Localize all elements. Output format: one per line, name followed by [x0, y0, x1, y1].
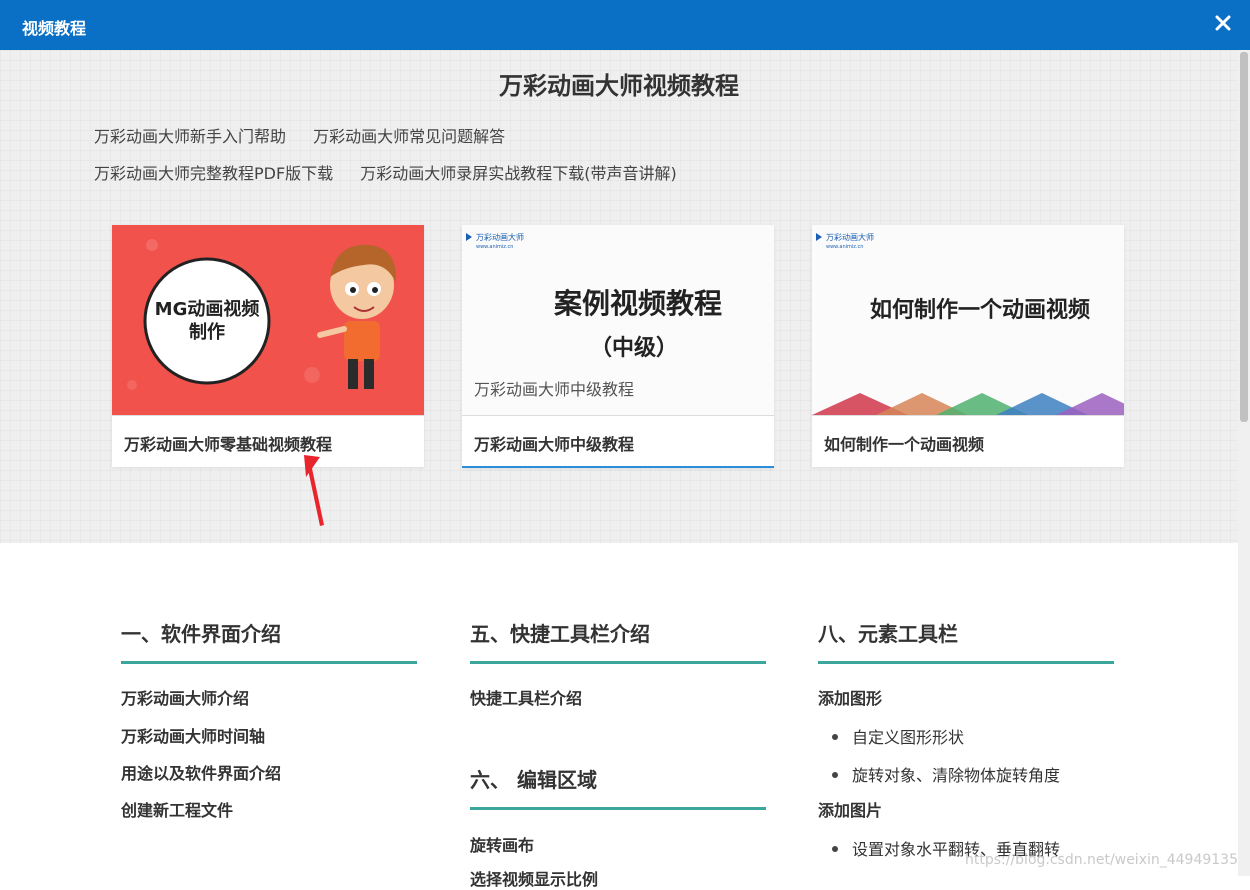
- card-caption: 万彩动画大师零基础视频教程: [124, 435, 333, 454]
- thumb-heading: 案例视频教程: [554, 287, 722, 320]
- thumb-title-line1: MG动画视频: [155, 298, 260, 320]
- video-thumbnail: 万彩动画大师 www.animiz.cn 案例视频教程 （中级） 万彩动画大师中…: [462, 225, 774, 415]
- section-quick-toolbar: 五、快捷工具栏介绍: [470, 618, 766, 664]
- thumb-desc: 万彩动画大师中级教程: [474, 380, 634, 399]
- section-ui-intro: 一、软件界面介绍: [121, 618, 417, 664]
- card-caption: 如何制作一个动画视频: [824, 435, 985, 454]
- tutorial-bullet-link[interactable]: 旋转对象、清除物体旋转角度: [832, 762, 1060, 786]
- link-faq[interactable]: 万彩动画大师常见问题解答: [313, 127, 505, 146]
- card-divider: [812, 415, 1124, 416]
- window-titlebar: 视频教程: [0, 0, 1250, 50]
- link-recording-download[interactable]: 万彩动画大师录屏实战教程下载(带声音讲解): [360, 164, 677, 183]
- help-links-row-1: 万彩动画大师新手入门帮助 万彩动画大师常见问题解答: [94, 123, 527, 147]
- brand-url: www.animiz.cn: [476, 244, 513, 250]
- tutorial-link[interactable]: 旋转画布: [470, 832, 534, 856]
- section-title: 一、软件界面介绍: [121, 618, 417, 664]
- section-title: 八、元素工具栏: [818, 618, 1114, 664]
- video-thumbnail: 万彩动画大师 www.animiz.cn 如何制作一个动画视频: [812, 225, 1124, 415]
- video-card-intermediate[interactable]: 万彩动画大师 www.animiz.cn 案例视频教程 （中级） 万彩动画大师中…: [462, 225, 774, 468]
- section-element-toolbar: 八、元素工具栏: [818, 618, 1114, 664]
- section-title: 六、 编辑区域: [470, 764, 766, 810]
- tutorial-link[interactable]: 选择视频显示比例: [470, 866, 598, 890]
- watermark: https://blog.csdn.net/weixin_44949135: [964, 852, 1238, 868]
- thumb-title-line2: 制作: [189, 321, 225, 343]
- tutorial-bullet-link[interactable]: 自定义图形形状: [832, 724, 964, 748]
- tutorial-link[interactable]: 创建新工程文件: [121, 797, 233, 821]
- scrollbar-thumb[interactable]: [1240, 52, 1248, 422]
- brand-name: 万彩动画大师: [476, 232, 524, 242]
- tutorial-link[interactable]: 用途以及软件界面介绍: [121, 760, 281, 784]
- tutorial-link[interactable]: 万彩动画大师介绍: [121, 685, 249, 709]
- section-edit-area: 六、 编辑区域: [470, 764, 766, 810]
- link-pdf-download[interactable]: 万彩动画大师完整教程PDF版下载: [94, 164, 333, 183]
- tutorial-group-title[interactable]: 添加图片: [818, 797, 882, 821]
- thumb-heading: 如何制作一个动画视频: [870, 297, 1090, 323]
- card-divider: [112, 415, 424, 416]
- video-card-basic[interactable]: MG动画视频 制作 万彩动画大师零基础视频教程: [112, 225, 424, 467]
- brand-name: 万彩动画大师: [826, 232, 874, 242]
- link-beginner-help[interactable]: 万彩动画大师新手入门帮助: [94, 127, 286, 146]
- window-title: 视频教程: [22, 19, 87, 38]
- video-thumbnail: MG动画视频 制作: [112, 225, 424, 415]
- tutorial-group-title[interactable]: 添加图形: [818, 685, 882, 709]
- card-caption: 万彩动画大师中级教程: [474, 435, 635, 454]
- tutorial-link[interactable]: 快捷工具栏介绍: [470, 685, 582, 709]
- video-card-how-to[interactable]: 万彩动画大师 www.animiz.cn 如何制作一个动画视频 如何制作一个动画…: [812, 225, 1124, 467]
- brand-url: www.animiz.cn: [826, 244, 863, 250]
- tutorial-link[interactable]: 万彩动画大师时间轴: [121, 723, 265, 747]
- close-icon[interactable]: [1210, 10, 1236, 36]
- section-title: 五、快捷工具栏介绍: [470, 618, 766, 664]
- annotation-arrow-icon: [300, 455, 334, 533]
- card-divider: [462, 415, 774, 416]
- thumb-subheading: （中级）: [590, 335, 678, 361]
- help-links-row-2: 万彩动画大师完整教程PDF版下载 万彩动画大师录屏实战教程下载(带声音讲解): [94, 160, 699, 184]
- page-title: 万彩动画大师视频教程: [499, 72, 739, 100]
- vertical-scrollbar[interactable]: [1238, 50, 1250, 876]
